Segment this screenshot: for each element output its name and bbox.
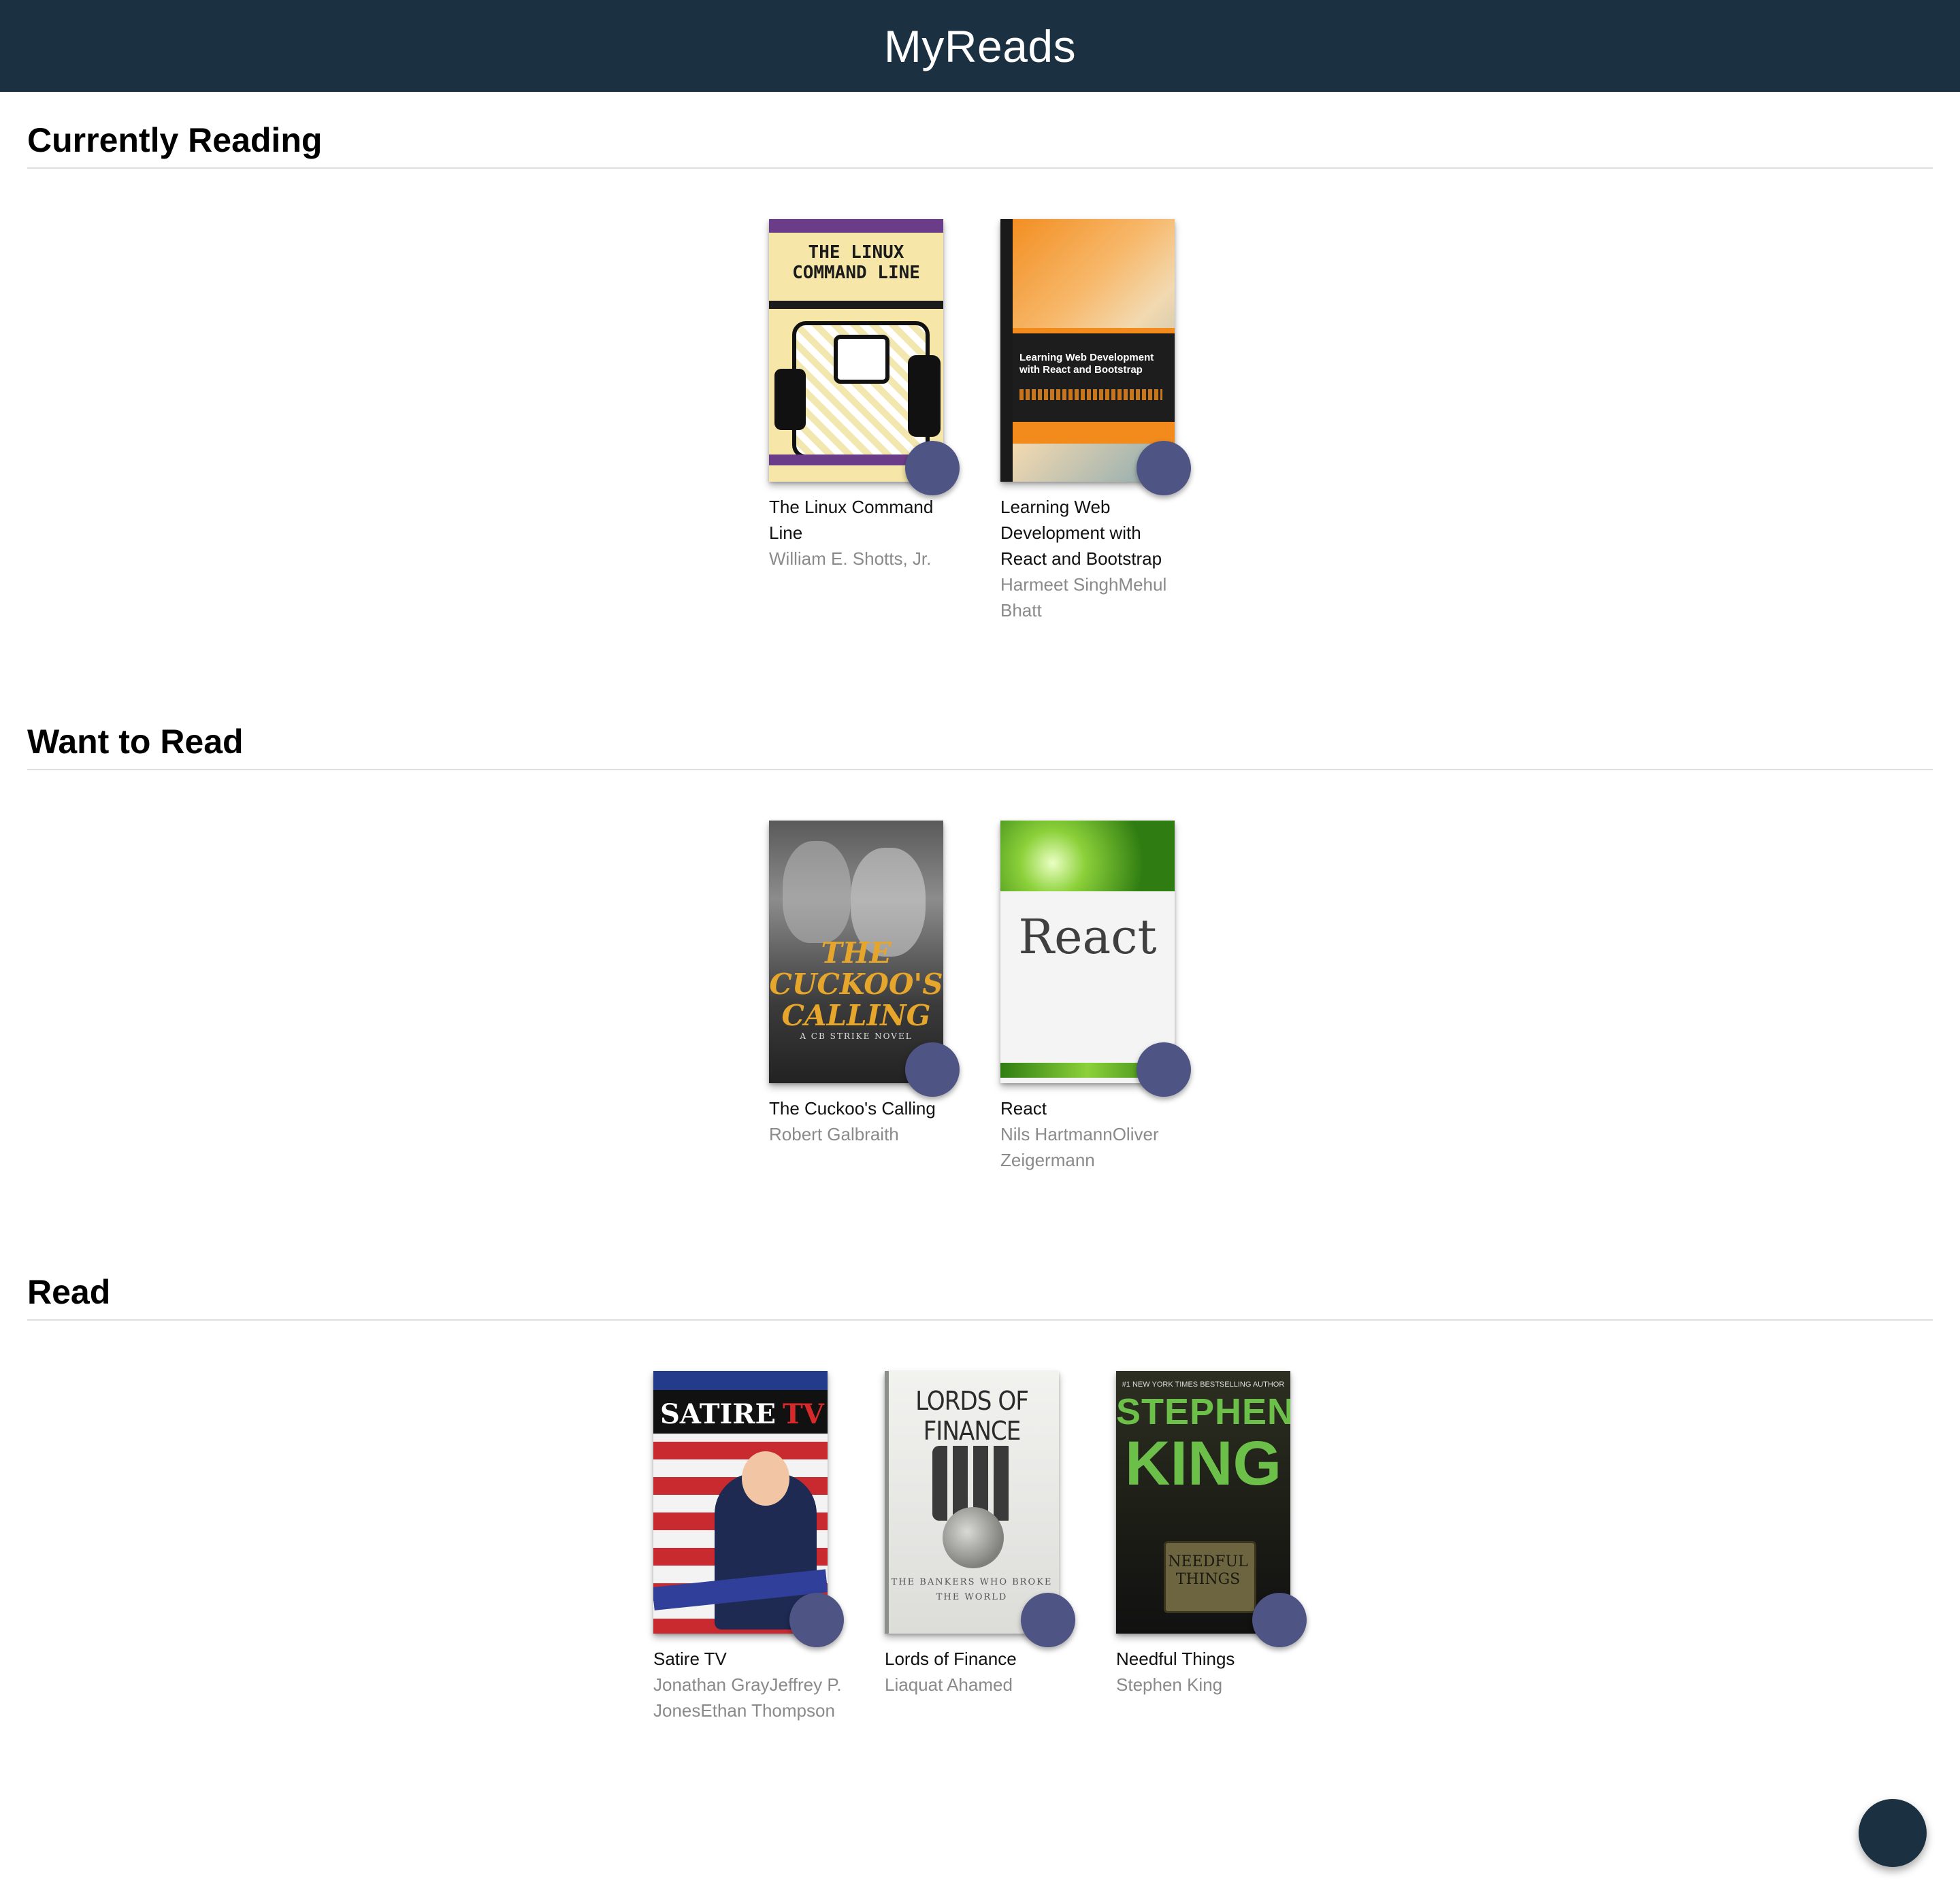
book-title: Needful Things xyxy=(1116,1649,1235,1669)
book-title: The Cuckoo's Calling xyxy=(769,1098,936,1119)
book-item: LORDS OF FINANCE THE BANKERS WHO BROKE T… xyxy=(885,1371,1075,1723)
cover-title: THE CUCKOO'S CALLING xyxy=(769,936,943,1032)
cover-title: Learning Web Development with React and … xyxy=(1019,352,1154,376)
shelf-changer-icon[interactable] xyxy=(1137,1042,1191,1097)
book-item: THE CUCKOO'S CALLING A CB STRIKE NOVEL T… xyxy=(769,821,960,1173)
book-title: The Linux Command Line xyxy=(769,497,934,543)
book-authors: Liaquat Ahamed xyxy=(885,1674,1013,1695)
cover-image: SATIRE TV xyxy=(653,1371,828,1634)
cover-title: NEEDFUL THINGS xyxy=(1168,1553,1248,1588)
cover-tagline: #1 NEW YORK TIMES BESTSELLING AUTHOR xyxy=(1122,1381,1285,1389)
add-icon[interactable] xyxy=(1859,1799,1927,1867)
book-cover[interactable]: React xyxy=(1000,821,1191,1097)
book-grid: THE LINUX COMMAND LINE The Linux Command… xyxy=(27,219,1933,623)
shelf-changer-icon[interactable] xyxy=(905,441,960,495)
shelf-title: Read xyxy=(27,1272,1933,1321)
shelf-title: Want to Read xyxy=(27,721,1933,770)
book-title: Satire TV xyxy=(653,1649,727,1669)
shelf-changer-icon[interactable] xyxy=(1021,1593,1075,1647)
book-cover[interactable]: THE CUCKOO'S CALLING A CB STRIKE NOVEL xyxy=(769,821,960,1097)
cover-image: THE LINUX COMMAND LINE xyxy=(769,219,943,482)
shelf-changer-icon[interactable] xyxy=(1252,1593,1307,1647)
book-authors: Robert Galbraith xyxy=(769,1124,899,1144)
book-title: Lords of Finance xyxy=(885,1649,1017,1669)
shelf-currently-reading: Currently Reading THE LINUX COMMAND LINE… xyxy=(27,120,1933,623)
book-title: Learning Web Development with React and … xyxy=(1000,497,1162,569)
book-grid: SATIRE TV Satire TV Jonathan GrayJeffrey… xyxy=(27,1371,1933,1723)
cover-author-last: KING xyxy=(1125,1429,1281,1498)
book-item: React React Nils HartmannOliver Zeigerma… xyxy=(1000,821,1191,1173)
book-cover[interactable]: SATIRE TV xyxy=(653,1371,844,1647)
book-item: Learning Web Development with React and … xyxy=(1000,219,1191,623)
book-cover[interactable]: Learning Web Development with React and … xyxy=(1000,219,1191,495)
cover-image: Learning Web Development with React and … xyxy=(1000,219,1175,482)
cover-title: SATIRE xyxy=(660,1398,776,1430)
book-authors: William E. Shotts, Jr. xyxy=(769,548,932,569)
cover-title: THE LINUX COMMAND LINE xyxy=(792,242,920,283)
book-cover[interactable]: #1 NEW YORK TIMES BESTSELLING AUTHOR STE… xyxy=(1116,1371,1307,1647)
book-authors: Stephen King xyxy=(1116,1674,1223,1695)
cover-image: #1 NEW YORK TIMES BESTSELLING AUTHOR STE… xyxy=(1116,1371,1290,1634)
cover-image: React xyxy=(1000,821,1175,1083)
book-cover[interactable]: LORDS OF FINANCE THE BANKERS WHO BROKE T… xyxy=(885,1371,1075,1647)
shelf-changer-icon[interactable] xyxy=(905,1042,960,1097)
cover-title: React xyxy=(1018,909,1157,965)
book-authors: Harmeet SinghMehul Bhatt xyxy=(1000,574,1167,621)
app-header: MyReads xyxy=(0,0,1960,92)
book-item: #1 NEW YORK TIMES BESTSELLING AUTHOR STE… xyxy=(1116,1371,1307,1723)
book-authors: Jonathan GrayJeffrey P. JonesEthan Thomp… xyxy=(653,1674,842,1721)
shelf-want-to-read: Want to Read THE CUCKOO'S CALLING A CB S… xyxy=(27,721,1933,1173)
book-item: THE LINUX COMMAND LINE The Linux Command… xyxy=(769,219,960,623)
shelf-title: Currently Reading xyxy=(27,120,1933,169)
cover-title-accent: TV xyxy=(783,1398,824,1430)
book-cover[interactable]: THE LINUX COMMAND LINE xyxy=(769,219,960,495)
book-item: SATIRE TV Satire TV Jonathan GrayJeffrey… xyxy=(653,1371,844,1723)
cover-subtitle: A CB STRIKE NOVEL xyxy=(800,1031,913,1041)
cover-author-first: STEPHEN xyxy=(1116,1391,1290,1432)
shelf-changer-icon[interactable] xyxy=(1137,441,1191,495)
book-grid: THE CUCKOO'S CALLING A CB STRIKE NOVEL T… xyxy=(27,821,1933,1173)
book-authors: Nils HartmannOliver Zeigermann xyxy=(1000,1124,1159,1170)
cover-title: LORDS OF FINANCE xyxy=(915,1386,1029,1446)
shelf-changer-icon[interactable] xyxy=(789,1593,844,1647)
book-title: React xyxy=(1000,1098,1047,1119)
cover-image: THE CUCKOO'S CALLING A CB STRIKE NOVEL xyxy=(769,821,943,1083)
cover-image: LORDS OF FINANCE THE BANKERS WHO BROKE T… xyxy=(885,1371,1059,1634)
app-title: MyReads xyxy=(883,20,1077,71)
shelf-read: Read SATIRE TV Satire TV Jonathan GrayJe… xyxy=(27,1272,1933,1723)
